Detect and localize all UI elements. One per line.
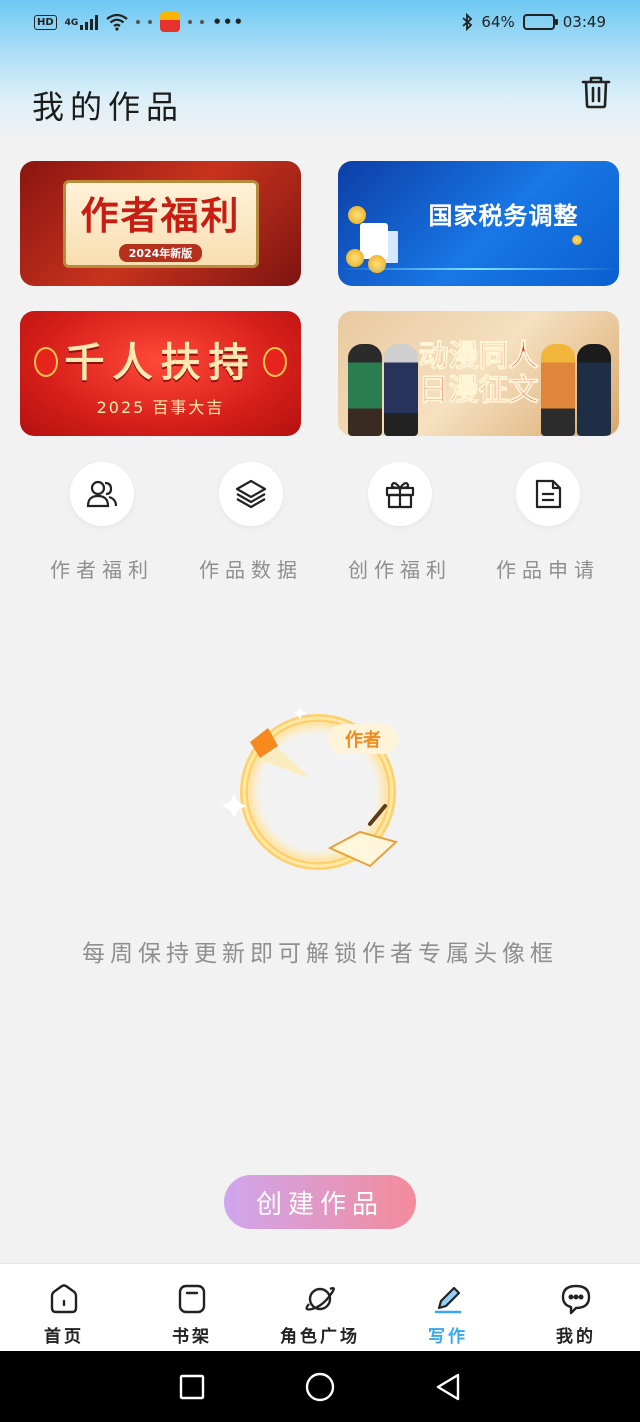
coin-icon bbox=[368, 255, 386, 273]
home-nav-icon[interactable] bbox=[304, 1371, 336, 1403]
home-icon bbox=[50, 1284, 78, 1314]
banner-subtitle: 2025 百事大吉 bbox=[96, 397, 225, 417]
lantern-icon bbox=[263, 347, 287, 377]
battery-percent: 64% bbox=[481, 13, 515, 31]
lantern-icon bbox=[34, 347, 58, 377]
document-illustration bbox=[360, 223, 388, 259]
action-author-benefits[interactable]: 作者福利 bbox=[42, 462, 162, 583]
notification-dot-icon bbox=[148, 20, 153, 24]
action-icon-circle bbox=[368, 462, 432, 526]
bottom-tab-bar: 首页 书架 角色广场 写作 我的 bbox=[0, 1263, 640, 1351]
action-icon-circle bbox=[516, 462, 580, 526]
coin-icon bbox=[348, 206, 366, 224]
banner-title: 动漫同人 日漫征文 bbox=[418, 338, 539, 408]
coin-icon bbox=[572, 235, 582, 245]
hd-badge: HD bbox=[34, 14, 57, 30]
planet-icon bbox=[305, 1287, 335, 1311]
tab-writing[interactable]: 写作 bbox=[384, 1264, 512, 1351]
trash-icon bbox=[581, 76, 611, 109]
notification-dot-icon bbox=[188, 20, 193, 24]
page-title: 我的作品 bbox=[32, 88, 185, 126]
action-label: 创作福利 bbox=[348, 558, 452, 582]
bluetooth-icon bbox=[462, 13, 473, 31]
document-icon bbox=[535, 479, 562, 509]
character-illustration bbox=[348, 344, 382, 436]
wifi-icon bbox=[106, 13, 129, 31]
network-label: 4G bbox=[64, 18, 79, 28]
back-icon[interactable] bbox=[434, 1372, 462, 1402]
banner-title: 千人扶持 bbox=[64, 338, 257, 386]
clock: 03:49 bbox=[562, 13, 606, 31]
empty-state-message: 每周保持更新即可解锁作者专属头像框 bbox=[82, 941, 558, 967]
more-notifications-icon: ••• bbox=[212, 13, 245, 31]
notification-dot-icon bbox=[136, 20, 141, 24]
tab-label: 我的 bbox=[556, 1327, 596, 1347]
coin-icon bbox=[346, 249, 364, 267]
action-work-data[interactable]: 作品数据 bbox=[191, 462, 311, 583]
system-navigation-bar bbox=[0, 1351, 640, 1422]
banner-author-benefits[interactable]: 作者福利 2024年新版 bbox=[20, 161, 301, 286]
tab-character-square[interactable]: 角色广场 bbox=[256, 1264, 384, 1351]
create-work-button[interactable]: 创建作品 bbox=[224, 1175, 416, 1229]
banner-title: 国家税务调整 bbox=[428, 202, 579, 230]
pen-icon bbox=[434, 1286, 462, 1314]
banner-thousand-support[interactable]: 千人扶持 2025 百事大吉 bbox=[20, 311, 301, 436]
action-creation-benefits[interactable]: 创作福利 bbox=[340, 462, 460, 583]
tab-bookshelf[interactable]: 书架 bbox=[128, 1264, 256, 1351]
bookshelf-icon bbox=[178, 1284, 206, 1314]
recent-apps-icon[interactable] bbox=[178, 1373, 206, 1401]
battery-icon bbox=[522, 14, 558, 30]
character-illustration bbox=[541, 344, 575, 436]
action-label: 作品数据 bbox=[199, 558, 303, 582]
banner-anime-contest[interactable]: 动漫同人 日漫征文 bbox=[338, 311, 619, 436]
action-label: 作品申请 bbox=[496, 558, 600, 582]
banner-subtitle: 2024年新版 bbox=[118, 244, 203, 262]
banner-scroll: 作者福利 2024年新版 bbox=[62, 179, 259, 268]
character-illustration bbox=[384, 344, 418, 436]
action-label: 作者福利 bbox=[50, 558, 154, 582]
tab-label: 首页 bbox=[44, 1327, 84, 1347]
banner-title: 作者福利 bbox=[80, 193, 241, 238]
action-icon-circle bbox=[219, 462, 283, 526]
notification-dot-icon bbox=[200, 20, 205, 24]
character-illustration bbox=[577, 344, 611, 436]
layers-icon bbox=[235, 479, 267, 509]
tab-home[interactable]: 首页 bbox=[0, 1264, 128, 1351]
status-right: 64% 03:49 bbox=[461, 13, 606, 31]
author-badge: 作者 bbox=[328, 724, 398, 754]
banner-title-line1: 动漫同人 bbox=[418, 338, 539, 374]
banner-tax-adjustment[interactable]: 国家税务调整 bbox=[338, 161, 619, 286]
action-icon-circle bbox=[70, 462, 134, 526]
app-notification-icon bbox=[160, 12, 181, 32]
decorative-line bbox=[338, 268, 619, 270]
tab-mine[interactable]: 我的 bbox=[512, 1264, 640, 1351]
banner-title-line2: 日漫征文 bbox=[418, 372, 539, 408]
action-work-application[interactable]: 作品申请 bbox=[488, 462, 608, 583]
tab-label: 写作 bbox=[428, 1327, 468, 1347]
signal-icon bbox=[80, 14, 99, 30]
tab-label: 书架 bbox=[172, 1327, 212, 1347]
status-left: HD 4G ••• bbox=[34, 12, 244, 32]
gift-icon bbox=[385, 481, 415, 509]
avatar-frame-illustration: 作者 bbox=[220, 698, 420, 878]
status-bar: HD 4G ••• 64% 03:49 bbox=[0, 0, 640, 44]
trash-button[interactable] bbox=[578, 74, 614, 110]
users-icon bbox=[86, 480, 118, 508]
chat-icon bbox=[561, 1284, 591, 1315]
tab-label: 角色广场 bbox=[280, 1327, 360, 1347]
